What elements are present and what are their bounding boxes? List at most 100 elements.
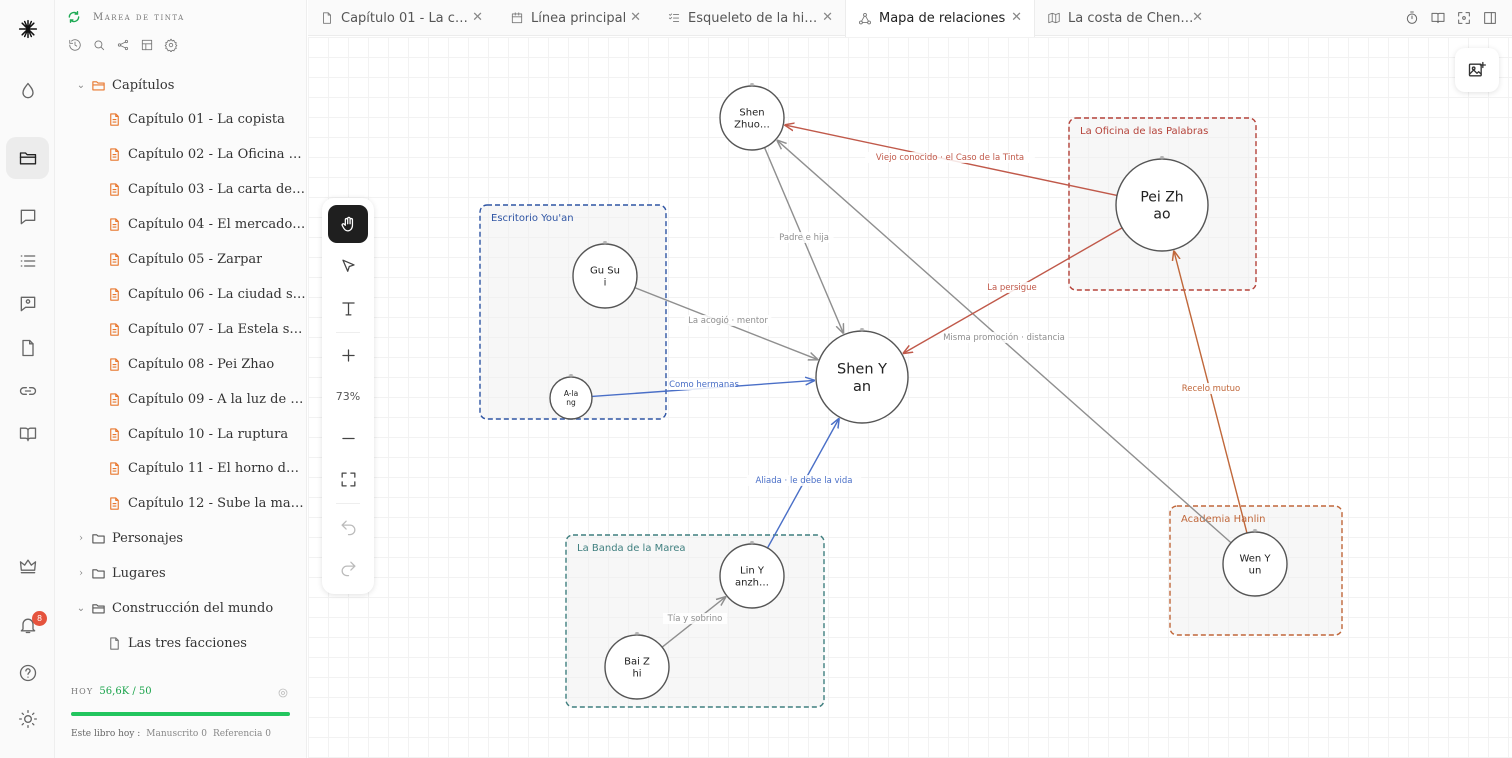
tree-item-label: Capítulo 02 - La Oficina de … bbox=[128, 147, 306, 163]
tab-story-skeleton[interactable]: Esqueleto de la hi… ✕ bbox=[655, 0, 845, 36]
tree-item-label: Capítulo 11 - El horno de p… bbox=[128, 461, 306, 477]
tab-bar: Capítulo 01 - La c… ✕ Línea principal ✕ … bbox=[308, 0, 1512, 37]
link-icon[interactable]: ⚭ bbox=[748, 539, 756, 549]
redo-button[interactable] bbox=[328, 549, 368, 587]
drop-icon[interactable] bbox=[6, 70, 49, 112]
list-icon[interactable] bbox=[6, 240, 49, 282]
tab-main-timeline[interactable]: Línea principal ✕ bbox=[498, 0, 653, 36]
chapter-file-icon bbox=[110, 358, 119, 371]
link-icon[interactable]: ⚭ bbox=[633, 630, 641, 640]
close-icon[interactable]: ✕ bbox=[822, 11, 833, 25]
tree-file[interactable]: La ley del mar bbox=[55, 661, 306, 668]
gear-icon[interactable] bbox=[163, 37, 179, 53]
help-icon[interactable] bbox=[6, 652, 49, 694]
text-tool-button[interactable] bbox=[328, 289, 368, 327]
chat-icon[interactable] bbox=[6, 196, 49, 238]
reading-mode-icon[interactable] bbox=[1430, 10, 1446, 26]
tree-file[interactable]: Capítulo 03 - La carta de s… bbox=[55, 173, 306, 207]
folder-icon[interactable] bbox=[6, 137, 49, 179]
comment-user-icon[interactable] bbox=[6, 283, 49, 325]
tab-chapter-01[interactable]: Capítulo 01 - La c… ✕ bbox=[308, 0, 495, 36]
tree-file[interactable]: Capítulo 02 - La Oficina de … bbox=[55, 138, 306, 172]
link-icon[interactable]: ⚭ bbox=[748, 81, 756, 91]
history-icon[interactable] bbox=[67, 37, 83, 53]
link-icon[interactable]: ⚭ bbox=[1158, 154, 1166, 164]
sync-icon[interactable] bbox=[67, 10, 81, 24]
zoom-out-button[interactable] bbox=[328, 419, 368, 457]
tree-folder[interactable]: ⌄ Capítulos bbox=[55, 68, 306, 102]
tree-file[interactable]: Capítulo 05 - Zarpar bbox=[55, 243, 306, 277]
tree-file[interactable]: Las tres facciones bbox=[55, 626, 306, 660]
close-icon[interactable]: ✕ bbox=[1011, 11, 1022, 25]
file-tree: ⌄ Capítulos Capítulo 01 - La copista Capítu… bbox=[55, 68, 306, 668]
node-label: Pei Zh bbox=[1140, 190, 1183, 206]
chevron-down-icon[interactable]: ⌄ bbox=[75, 80, 87, 91]
goal-settings-icon[interactable] bbox=[277, 687, 289, 699]
notification-badge: 8 bbox=[32, 611, 47, 626]
tab-label: Mapa de relaciones bbox=[879, 11, 1006, 26]
crown-icon[interactable] bbox=[6, 545, 49, 587]
timer-icon[interactable] bbox=[1404, 10, 1420, 26]
edge-label: Aliada · le debe la vida bbox=[756, 476, 853, 486]
undo-button[interactable] bbox=[328, 508, 368, 546]
link-icon[interactable]: ⚭ bbox=[567, 372, 575, 382]
tree-file[interactable]: Capítulo 11 - El horno de p… bbox=[55, 452, 306, 486]
close-icon[interactable]: ✕ bbox=[630, 11, 641, 25]
canvas-toolbar: 73% bbox=[322, 198, 374, 594]
node-label: Wen Y bbox=[1239, 554, 1271, 565]
link-icon[interactable] bbox=[6, 370, 49, 412]
tab-label: Línea principal bbox=[531, 10, 627, 26]
chevron-right-icon[interactable]: › bbox=[75, 568, 87, 579]
tree-file[interactable]: Capítulo 07 - La Estela sin … bbox=[55, 312, 306, 346]
chapter-file-icon bbox=[110, 497, 119, 510]
group-label: La Banda de la Marea bbox=[577, 543, 686, 554]
logo-icon[interactable] bbox=[6, 8, 49, 50]
link-icon[interactable]: ⚭ bbox=[858, 326, 866, 336]
tab-relationship-map[interactable]: Mapa de relaciones ✕ bbox=[845, 0, 1035, 37]
tree-file[interactable]: Capítulo 10 - La ruptura bbox=[55, 417, 306, 451]
group-label: Escritorio You'an bbox=[491, 213, 574, 224]
chevron-down-icon[interactable]: ⌄ bbox=[75, 603, 87, 614]
tab-actions bbox=[1404, 0, 1512, 36]
export-image-button[interactable] bbox=[1455, 48, 1499, 92]
zoom-in-button[interactable] bbox=[328, 336, 368, 374]
node-label: hi bbox=[632, 669, 641, 680]
chevron-right-icon[interactable]: › bbox=[75, 533, 87, 544]
tree-item-label: Capítulo 10 - La ruptura bbox=[128, 426, 289, 442]
calendar-icon bbox=[511, 12, 523, 24]
document-icon[interactable] bbox=[6, 327, 49, 369]
tree-item-label: Capítulo 07 - La Estela sin … bbox=[128, 321, 306, 337]
app-title: Marea de tinta bbox=[93, 11, 185, 23]
close-icon[interactable]: ✕ bbox=[1192, 11, 1203, 25]
tree-file[interactable]: Capítulo 09 - A la luz de la l… bbox=[55, 382, 306, 416]
fit-view-button[interactable] bbox=[328, 460, 368, 498]
hand-tool-button[interactable] bbox=[328, 205, 368, 243]
tree-file[interactable]: Capítulo 04 - El mercado n… bbox=[55, 208, 306, 242]
split-view-icon[interactable] bbox=[1482, 10, 1498, 26]
tree-file[interactable]: Capítulo 12 - Sube la marea bbox=[55, 487, 306, 521]
image-icon bbox=[1468, 61, 1486, 77]
tab-label: La costa de Chen… bbox=[1068, 10, 1194, 26]
folder-icon bbox=[92, 534, 105, 544]
document-icon bbox=[110, 637, 119, 650]
select-tool-button[interactable] bbox=[328, 247, 368, 285]
book-icon[interactable] bbox=[6, 413, 49, 455]
link-icon[interactable]: ⚭ bbox=[601, 239, 609, 249]
tab-chen-coast[interactable]: La costa de Chen… ✕ bbox=[1035, 0, 1215, 36]
close-icon[interactable]: ✕ bbox=[472, 11, 483, 25]
layout-icon[interactable] bbox=[139, 37, 155, 53]
link-icon[interactable]: ⚭ bbox=[1251, 527, 1259, 537]
sun-icon[interactable] bbox=[6, 698, 49, 740]
tree-folder[interactable]: ⌄ Construcción del mundo bbox=[55, 592, 306, 626]
tree-folder[interactable]: › Lugares bbox=[55, 557, 306, 591]
tree-file[interactable]: Capítulo 01 - La copista bbox=[55, 103, 306, 137]
tree-folder[interactable]: › Personajes bbox=[55, 522, 306, 556]
node-label: anzh… bbox=[735, 578, 769, 589]
tree-file[interactable]: Capítulo 08 - Pei Zhao bbox=[55, 347, 306, 381]
tree-item-label: Capítulo 09 - A la luz de la l… bbox=[128, 391, 306, 407]
tree-file[interactable]: Capítulo 06 - La ciudad su… bbox=[55, 277, 306, 311]
search-icon[interactable] bbox=[91, 37, 107, 53]
sidebar-tools bbox=[67, 37, 179, 53]
focus-icon[interactable] bbox=[1456, 10, 1472, 26]
share-icon[interactable] bbox=[115, 37, 131, 53]
